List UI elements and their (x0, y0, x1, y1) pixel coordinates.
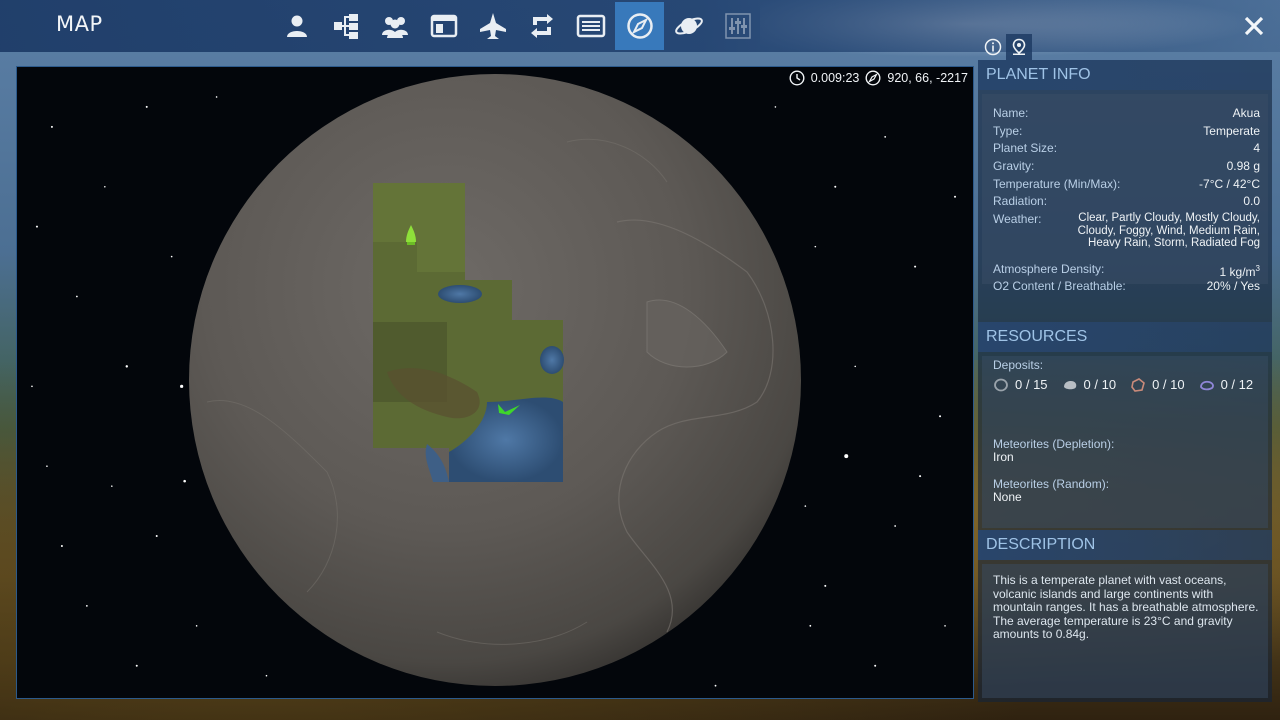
clock-icon (789, 70, 805, 86)
tab-location[interactable] (1006, 34, 1032, 60)
info-row-gravity: Gravity: 0.98 g (993, 159, 1260, 173)
meteorites-depletion-label: Meteorites (Depletion): (993, 437, 1115, 451)
tab-info[interactable] (980, 34, 1006, 60)
person-icon (286, 15, 307, 37)
close-icon (1244, 16, 1264, 36)
ring-ore-icon (994, 378, 1008, 391)
meteorites-random-label: Meteorites (Random): (993, 477, 1110, 491)
gem-ore-icon (1199, 380, 1214, 390)
info-icon (984, 38, 1002, 56)
tab-hierarchy[interactable] (321, 2, 370, 50)
panel-tabs (980, 34, 1032, 60)
map-viewport[interactable]: 0.009:23 920, 66, -2217 (16, 66, 974, 699)
info-row-type: Type: Temperate (993, 124, 1260, 138)
top-bar: MAP (0, 0, 1280, 52)
group-icon (381, 17, 408, 38)
hud-readout: 0.009:23 920, 66, -2217 (789, 70, 968, 86)
deposit-rock: 0 / 10 (1062, 377, 1116, 392)
window-icon (430, 14, 457, 38)
trade-icon (530, 14, 553, 38)
info-row-radiation: Radiation: 0.0 (993, 194, 1260, 208)
meteorites-depletion-value: Iron (993, 450, 1014, 464)
tab-spaceship[interactable] (468, 2, 517, 50)
planet-info-heading: PLANET INFO (978, 60, 1272, 90)
info-row-temperature: Temperature (Min/Max): -7°C / 42°C (993, 177, 1260, 191)
page-title: MAP (56, 12, 103, 36)
list-icon (576, 14, 605, 38)
sliders-icon (724, 13, 751, 39)
hierarchy-icon (333, 14, 358, 39)
info-row-atmosphere: Atmosphere Density: 1 kg/m3 (993, 262, 1260, 279)
resources-heading: RESOURCES (978, 322, 1272, 352)
planet-info-panel: PLANET INFO Name: Akua Type: Temperate P… (978, 60, 1272, 702)
info-row-name: Name: Akua (993, 106, 1260, 120)
deposit-list: 0 / 15 0 / 10 0 / 10 0 / 12 (993, 377, 1253, 392)
tab-compass[interactable] (615, 2, 664, 50)
meteorites-random-value: None (993, 490, 1022, 504)
deposit-gem: 0 / 12 (1199, 377, 1253, 392)
game-time: 0.009:23 (810, 71, 860, 85)
info-row-size: Planet Size: 4 (993, 141, 1260, 155)
planet-globe[interactable] (187, 72, 803, 688)
compass-icon (626, 13, 653, 39)
deposits-label: Deposits: (993, 358, 1044, 372)
tab-planet[interactable] (664, 2, 713, 50)
tab-person[interactable] (272, 2, 321, 50)
info-row-oxygen: O2 Content / Breathable: 20% / Yes (993, 279, 1260, 293)
tab-window[interactable] (419, 2, 468, 50)
spaceship-icon (479, 13, 506, 39)
tab-sliders[interactable] (713, 2, 762, 50)
tab-list[interactable] (566, 2, 615, 50)
info-row-weather: Weather: Clear, Partly Cloudy, Mostly Cl… (993, 212, 1260, 249)
tab-trade[interactable] (517, 2, 566, 50)
weather-list: Clear, Partly Cloudy, Mostly Cloudy, Clo… (1077, 212, 1260, 249)
main-tabs (272, 2, 762, 50)
player-coordinates: 920, 66, -2217 (887, 71, 968, 85)
planet-description: This is a temperate planet with vast oce… (993, 573, 1259, 641)
compass-small-icon (865, 70, 881, 86)
deposit-ring: 0 / 15 (993, 377, 1048, 392)
deposit-crystal: 0 / 10 (1130, 377, 1185, 392)
planet-icon (674, 17, 703, 35)
map-pin-icon (1012, 38, 1026, 55)
tab-group[interactable] (370, 2, 419, 50)
description-heading: DESCRIPTION (978, 530, 1272, 560)
rock-ore-icon (1063, 380, 1076, 389)
close-button[interactable] (1236, 8, 1272, 44)
crystal-ore-icon (1131, 377, 1145, 392)
